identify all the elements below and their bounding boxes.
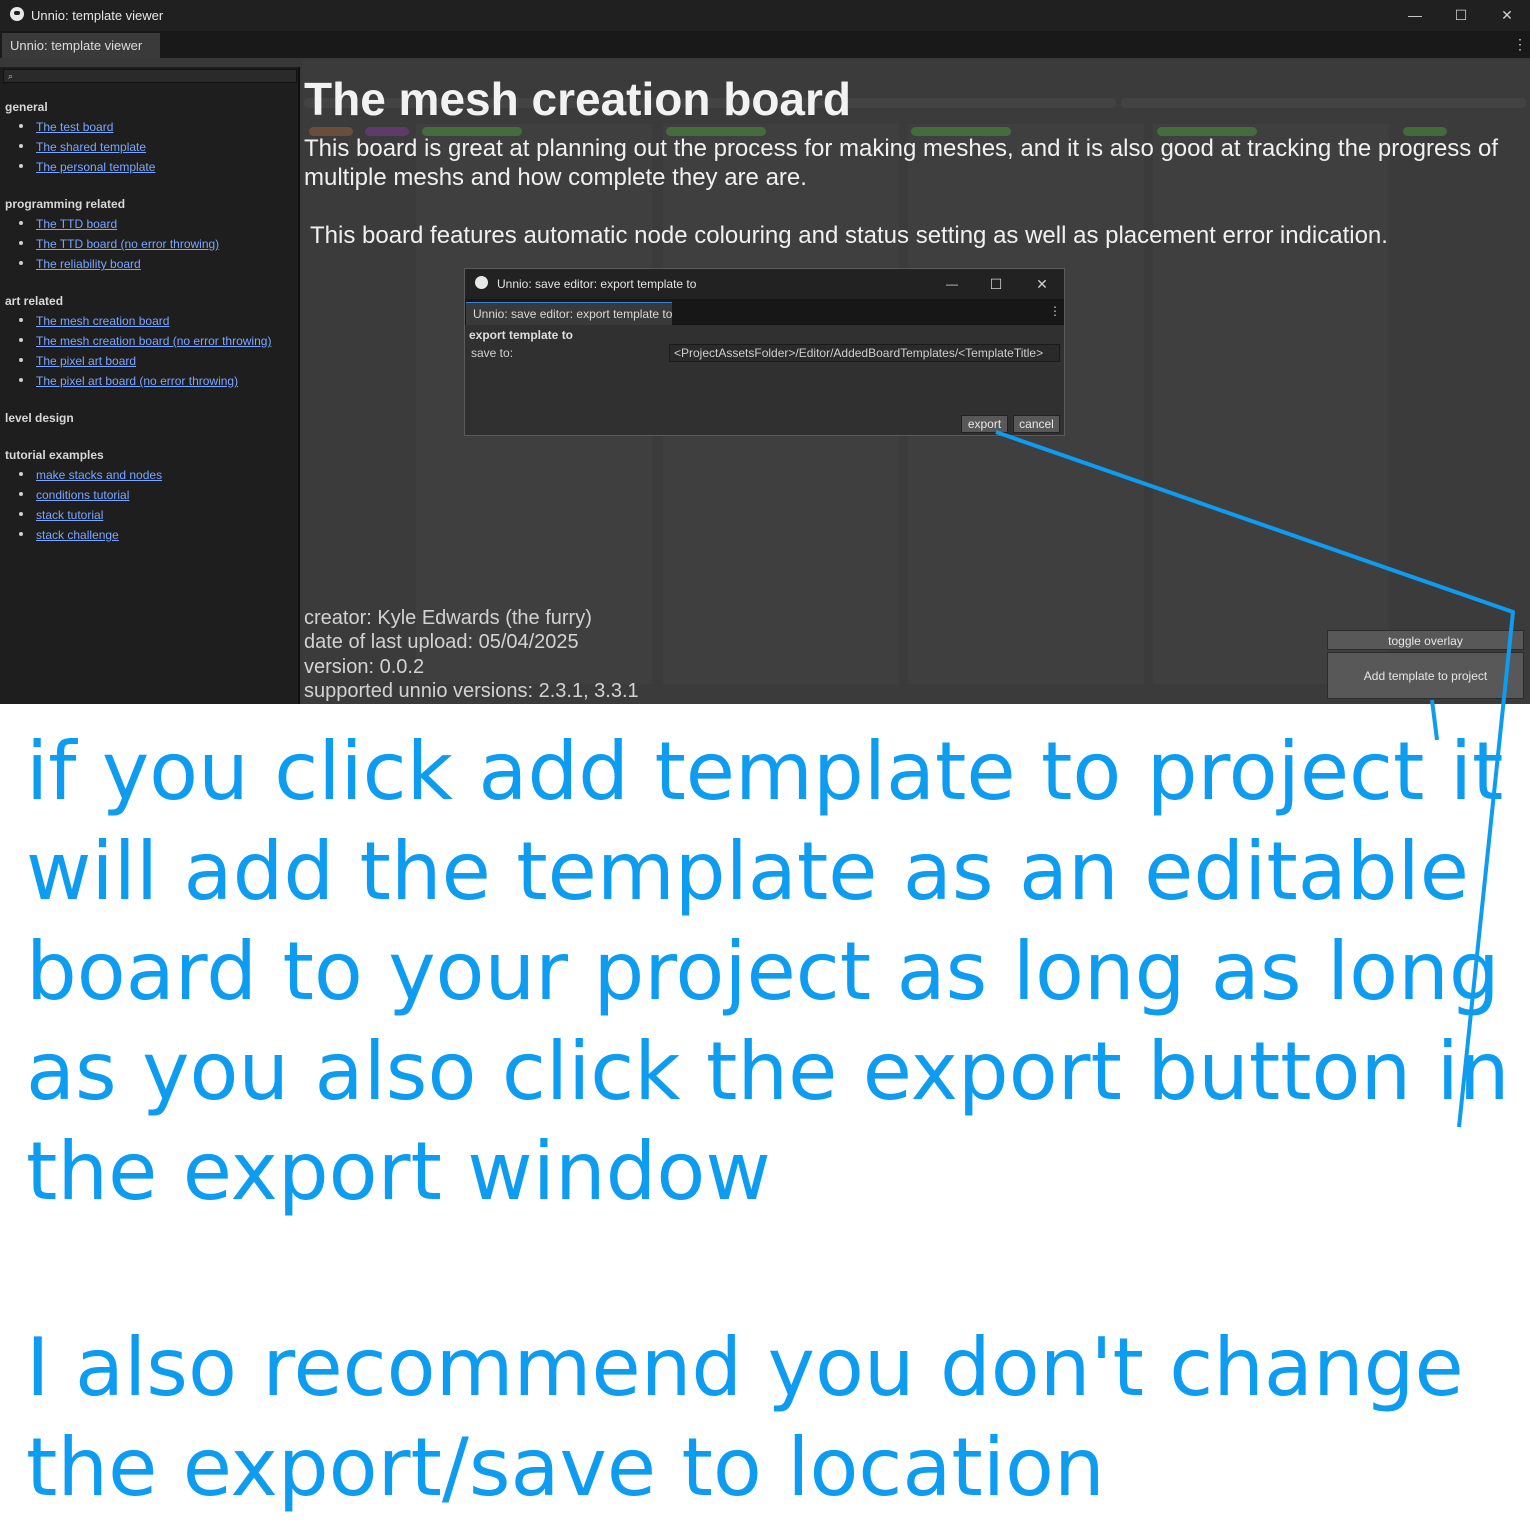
annotation-recommendation: I also recommend you don't change the ex… [26,1321,1464,1514]
annotation-text: if you click add template to project it … [26,725,1510,1218]
